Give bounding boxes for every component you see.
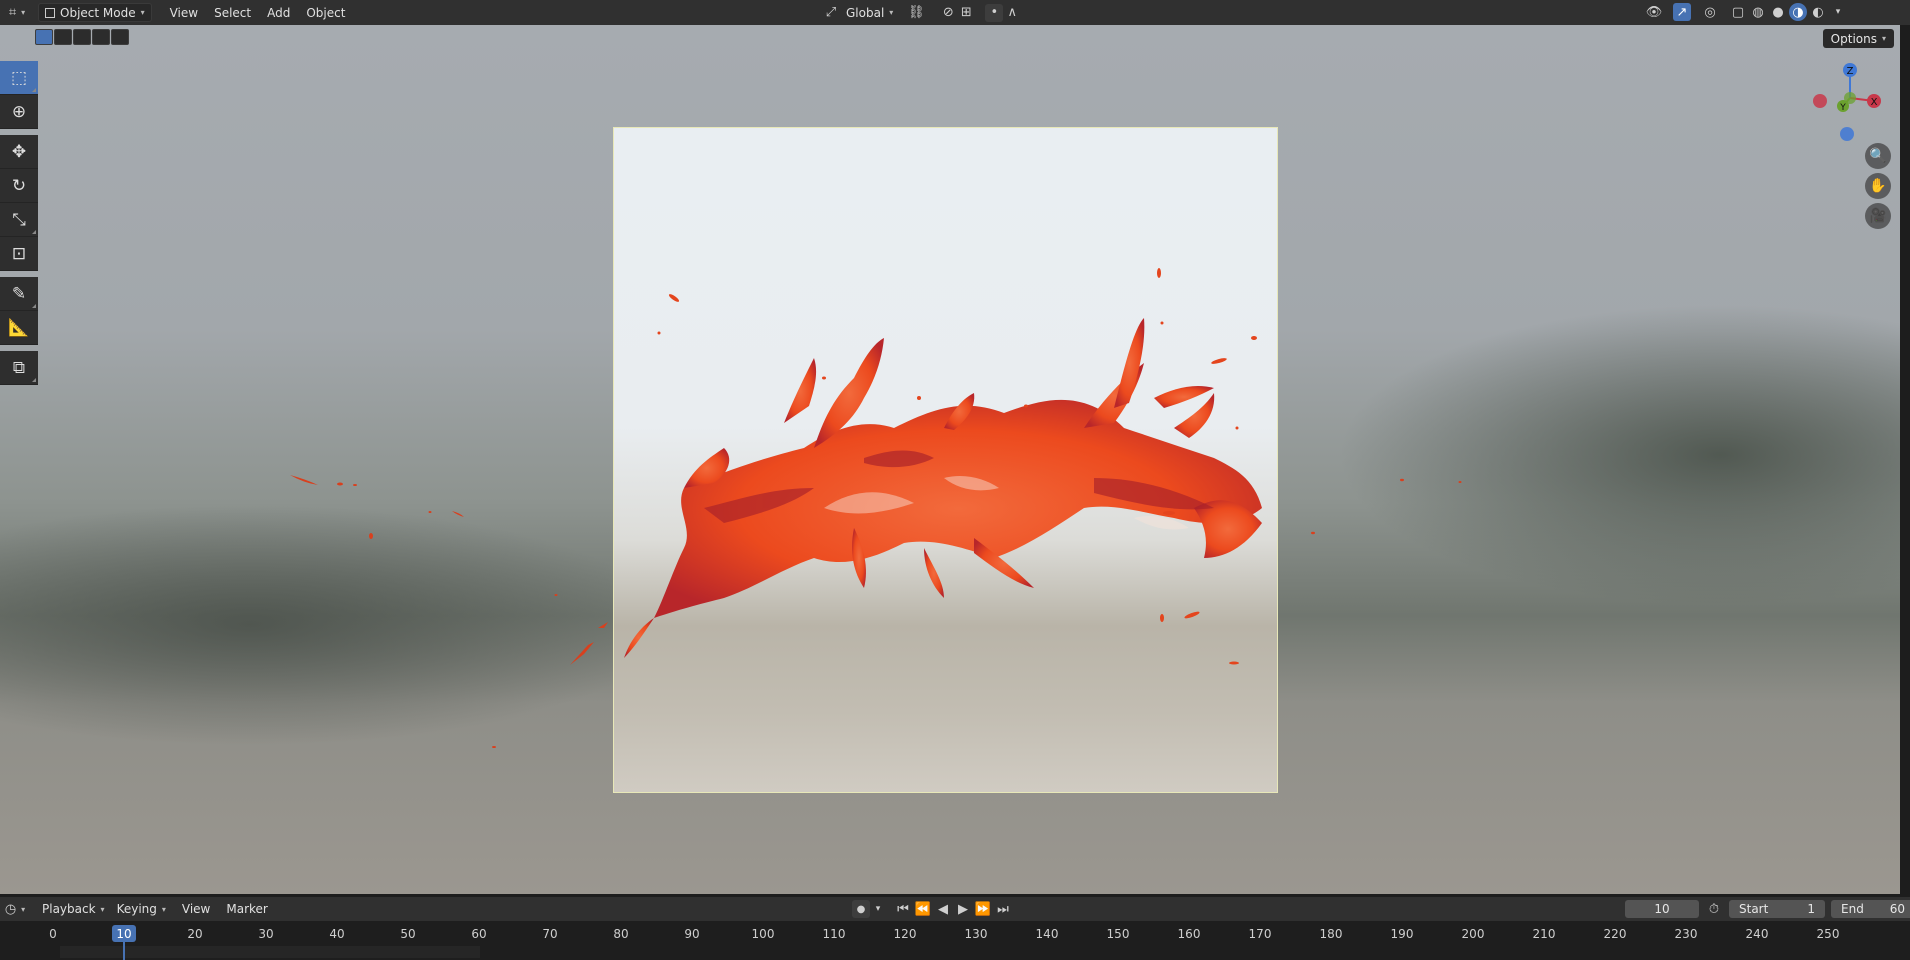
gizmo-z-label: Z (1847, 66, 1854, 77)
chevron-down-icon: ▾ (100, 904, 105, 914)
gizmo-toggle-icon[interactable]: ↗ (1673, 3, 1691, 21)
next-keyframe-icon[interactable]: ⏩ (974, 900, 992, 918)
menu-playback[interactable]: Playback ▾ (36, 900, 111, 919)
end-value: 60 (1889, 902, 1905, 916)
tick-label: 60 (471, 927, 487, 941)
visibility-icon[interactable]: 👁 (1645, 3, 1663, 21)
overlay-toggle-icon[interactable]: ◎ (1701, 3, 1719, 21)
jump-end-icon[interactable]: ⏭ (994, 900, 1012, 918)
3d-viewport[interactable]: Options ▾ ⬚ ⊕ ✥ ↻ ⤡ ⊡ ✎ 📐 ⧉ Z X Y 🔍 ✋ 🎥 (0, 25, 1900, 894)
navigation-gizmo[interactable]: Z X Y (1808, 58, 1888, 148)
gizmo-y-label: Y (1839, 103, 1846, 113)
proportional-edit-icon[interactable]: • (985, 3, 1004, 22)
camera-icon: 🎥 (1869, 208, 1887, 224)
tick-label: 210 (1532, 927, 1556, 941)
transform-orientation-label: Global (846, 5, 885, 20)
snap-icon[interactable]: ⊘ (939, 4, 957, 22)
play-reverse-icon[interactable]: ◀ (934, 900, 952, 918)
tick-label: 100 (751, 927, 775, 941)
transform-orientation-icon: ⤢ (825, 5, 837, 20)
tick-label: 130 (964, 927, 988, 941)
tick-label: 190 (1390, 927, 1414, 941)
menu-object[interactable]: Object (300, 3, 351, 22)
snap-target-icon[interactable]: ⊞ (957, 4, 975, 22)
gizmo-neg-x[interactable] (1813, 94, 1827, 108)
start-frame-field[interactable]: Start 1 (1729, 900, 1825, 918)
tick-label: 160 (1177, 927, 1201, 941)
end-frame-field[interactable]: End 60 (1831, 900, 1910, 918)
wireframe-shading-icon[interactable]: ◍ (1749, 3, 1767, 21)
current-frame-field[interactable]: 10 (1625, 900, 1699, 918)
playhead-line (123, 941, 125, 960)
current-frame-value: 10 (1654, 902, 1670, 916)
chevron-down-icon: ▾ (140, 8, 145, 17)
start-value: 1 (1807, 902, 1815, 916)
end-label: End (1841, 902, 1864, 916)
keying-label: Keying (116, 902, 157, 916)
prev-keyframe-icon[interactable]: ⏪ (914, 900, 932, 918)
playback-label: Playback (42, 902, 96, 916)
start-label: Start (1739, 902, 1769, 916)
camera-view-button[interactable]: 🎥 (1865, 203, 1891, 229)
tick-label: 40 (329, 927, 345, 941)
tick-label: 80 (613, 927, 629, 941)
viewport-header: ⌗ ▾ Object Mode ▾ View Select Add Object … (0, 0, 1910, 25)
record-icon[interactable]: ● (852, 900, 870, 918)
tick-label: 140 (1035, 927, 1059, 941)
tick-label: 70 (542, 927, 558, 941)
tick-label: 50 (400, 927, 416, 941)
gizmo-neg-z[interactable] (1840, 127, 1854, 141)
mode-label: Object Mode (60, 5, 136, 20)
timeline-editor-type-icon[interactable]: ◷ ▾ (2, 900, 28, 918)
tick-label: 200 (1461, 927, 1485, 941)
tick-label: 110 (822, 927, 846, 941)
tick-label: 30 (258, 927, 274, 941)
hand-icon: ✋ (1869, 178, 1887, 194)
menu-timeline-view[interactable]: View (176, 900, 216, 919)
pan-button[interactable]: ✋ (1865, 173, 1891, 199)
playhead-frame-indicator[interactable]: 10 (112, 925, 136, 942)
menu-keying[interactable]: Keying ▾ (111, 900, 172, 919)
pivot-point-icon[interactable]: ⛓ (907, 4, 925, 22)
falloff-icon[interactable]: ∧ (1003, 4, 1021, 22)
tick-label: 120 (893, 927, 917, 941)
tick-label: 180 (1319, 927, 1343, 941)
mode-selector[interactable]: Object Mode ▾ (38, 3, 152, 22)
play-icon[interactable]: ▶ (954, 900, 972, 918)
gizmo-x-label: X (1871, 97, 1878, 108)
tick-label: 220 (1603, 927, 1627, 941)
tick-label: 240 (1745, 927, 1769, 941)
menu-view[interactable]: View (164, 3, 204, 22)
tick-label: 90 (684, 927, 700, 941)
record-options-icon[interactable]: ▾ (872, 900, 884, 918)
tick-label: 230 (1674, 927, 1698, 941)
stopwatch-icon[interactable]: ⏱ (1705, 900, 1723, 918)
shading-options-icon[interactable]: ▾ (1829, 3, 1847, 21)
camera-frame (613, 127, 1278, 793)
liquid-splash-render (624, 268, 1262, 665)
chevron-down-icon: ▾ (889, 8, 894, 17)
tick-label: 150 (1106, 927, 1130, 941)
tick-label: 20 (187, 927, 203, 941)
editor-type-icon[interactable]: ⌗ ▾ (4, 4, 30, 22)
transform-orientation-dropdown[interactable]: Global ▾ (840, 3, 899, 22)
tick-label: 250 (1816, 927, 1840, 941)
zoom-button[interactable]: 🔍 (1865, 143, 1891, 169)
jump-start-icon[interactable]: ⏮ (894, 900, 912, 918)
timeline-ruler[interactable]: 0 10 20 30 40 50 60 70 80 90 100 110 120… (0, 921, 1910, 960)
timeline-header: ◷ ▾ Playback ▾ Keying ▾ View Marker ● ▾ ⏮ ⏪… (0, 897, 1910, 921)
menu-marker[interactable]: Marker (220, 900, 273, 919)
tick-label: 170 (1248, 927, 1272, 941)
zoom-icon: 🔍 (1869, 148, 1887, 164)
menu-add[interactable]: Add (261, 3, 296, 22)
xray-icon[interactable]: ▢ (1729, 3, 1747, 21)
material-shading-icon[interactable]: ◑ (1789, 3, 1807, 21)
object-mode-icon (45, 7, 55, 18)
tick-label: 0 (49, 927, 57, 941)
chevron-down-icon: ▾ (161, 904, 166, 914)
menu-select[interactable]: Select (208, 3, 257, 22)
rendered-shading-icon[interactable]: ◐ (1809, 3, 1827, 21)
solid-shading-icon[interactable]: ● (1769, 3, 1787, 21)
